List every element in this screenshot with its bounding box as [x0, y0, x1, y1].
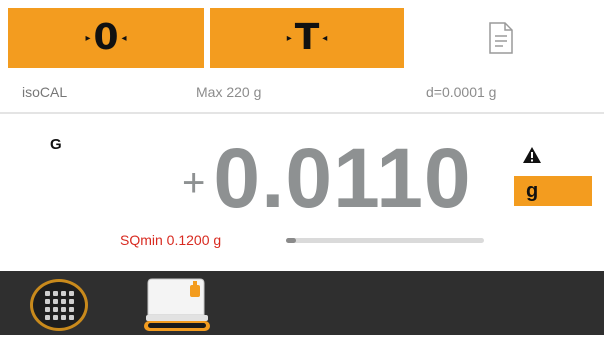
weight-display: + 0.0110: [182, 130, 472, 220]
max-capacity: Max 220 g: [196, 84, 262, 100]
divider: [0, 112, 604, 114]
left-arrow-icon: ◂: [121, 32, 127, 44]
weight-sign: +: [182, 161, 206, 205]
bottom-bar: [0, 271, 604, 335]
scale-icon: [144, 278, 210, 331]
warning-icon: [523, 147, 541, 163]
gross-indicator: G: [50, 136, 62, 153]
document-button[interactable]: [406, 8, 596, 68]
app-grid-icon: [44, 290, 74, 320]
document-icon: [489, 22, 513, 54]
app-menu-button[interactable]: [30, 279, 88, 331]
readability: d=0.0001 g: [426, 84, 497, 100]
zero-button[interactable]: ▸ 0 ◂: [8, 8, 204, 68]
top-toolbar: ▸ 0 ◂ ▸ T ◂: [0, 0, 604, 68]
sqmin-label: SQmin 0.1200 g: [120, 232, 222, 248]
right-arrow-icon: ▸: [85, 32, 91, 44]
right-arrow-icon: ▸: [286, 32, 292, 44]
sqmin-progress-track: [286, 238, 484, 243]
scale-button[interactable]: [124, 271, 224, 335]
sqmin-progress-fill: [286, 238, 296, 243]
zero-button-label: 0: [93, 17, 119, 58]
iso-cal-label[interactable]: isoCAL: [22, 84, 67, 100]
tare-button-label: T: [294, 17, 320, 58]
tare-button[interactable]: ▸ T ◂: [210, 8, 404, 68]
unit-selector[interactable]: g: [514, 176, 592, 206]
left-arrow-icon: ◂: [322, 32, 328, 44]
info-row: isoCAL Max 220 g d=0.0001 g: [0, 82, 604, 104]
weight-value: 0.0110: [213, 131, 472, 225]
